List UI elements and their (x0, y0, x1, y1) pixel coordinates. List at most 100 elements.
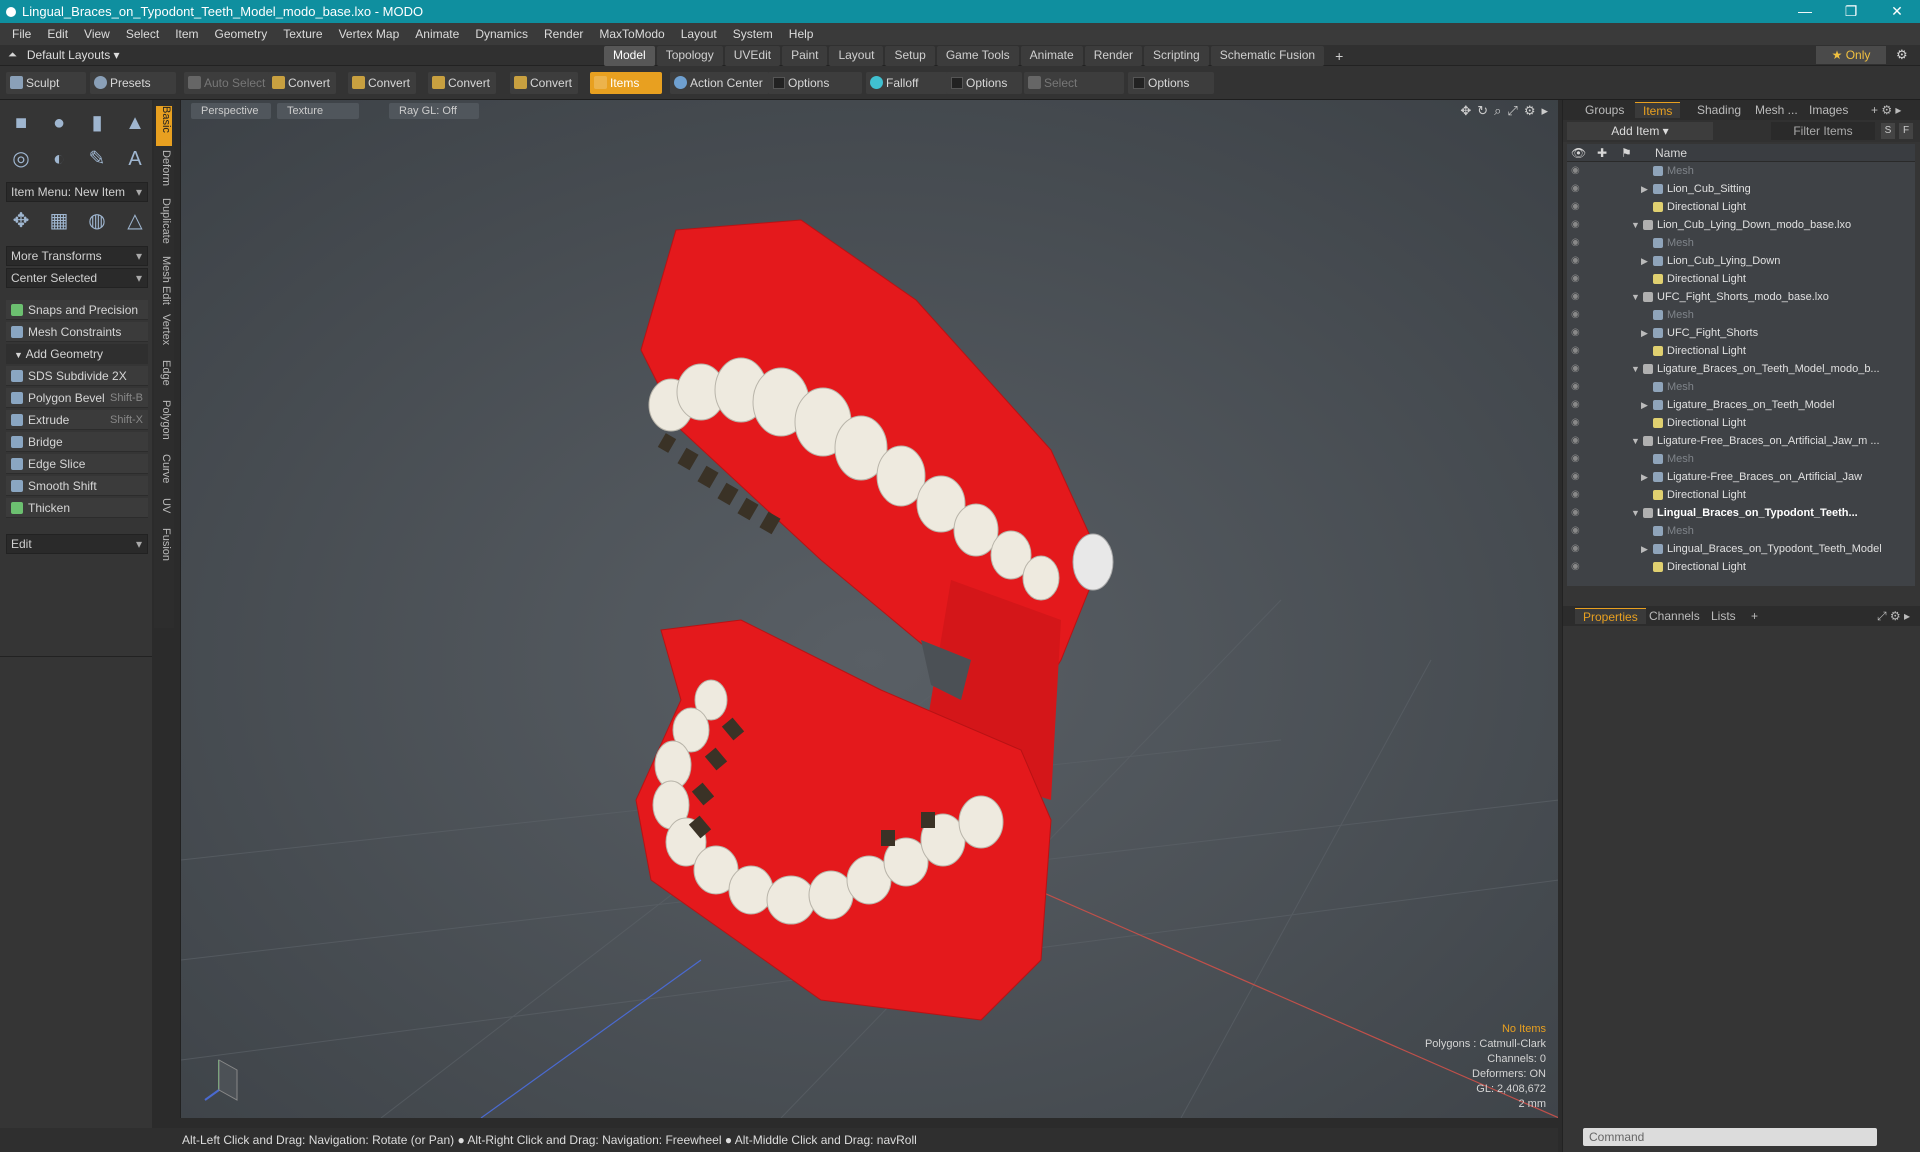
expand-arrow-icon[interactable]: ▶ (1641, 468, 1648, 486)
tree-row[interactable]: ◉ ▶ UFC_Fight_Shorts (1567, 324, 1915, 342)
grid-icon[interactable]: ▦ (44, 206, 74, 236)
visibility-eye-icon[interactable]: ◉ (1571, 450, 1583, 468)
menu-render[interactable]: Render (536, 27, 591, 41)
menu-vertex-map[interactable]: Vertex Map (331, 27, 408, 41)
zoom-icon[interactable]: ⌕ (1494, 103, 1501, 119)
tree-row[interactable]: ◉ ▶ Lion_Cub_Sitting (1567, 180, 1915, 198)
add-properties-tab-icon[interactable]: + (1743, 608, 1766, 624)
convert-items-button[interactable]: Convert (510, 72, 579, 94)
options-checkbox[interactable] (1133, 77, 1145, 89)
text-icon[interactable]: A (120, 144, 150, 174)
expand-arrow-icon[interactable]: ▶ (1641, 252, 1648, 270)
visibility-eye-icon[interactable]: ◉ (1571, 378, 1583, 396)
items-mode-button[interactable]: Items (590, 72, 662, 94)
tab-basic[interactable]: Basic (156, 106, 172, 146)
tab-layout[interactable]: Layout (829, 46, 884, 66)
tree-row[interactable]: ◉ Directional Light (1567, 486, 1915, 504)
tab-deform[interactable]: Deform (156, 150, 172, 194)
sculpt-button[interactable]: Sculpt (6, 72, 86, 94)
tab-render[interactable]: Render (1084, 46, 1143, 66)
raygl-button[interactable]: Ray GL: Off (389, 103, 479, 119)
tree-row[interactable]: ◉ ▶ Lion_Cub_Lying_Down (1567, 252, 1915, 270)
menu-dynamics[interactable]: Dynamics (467, 27, 536, 41)
tab-properties[interactable]: Properties (1575, 608, 1646, 624)
menu-select[interactable]: Select (118, 27, 167, 41)
tab-curve[interactable]: Curve (156, 454, 172, 490)
tab-channels[interactable]: Channels (1641, 608, 1708, 624)
close-button[interactable]: ✕ (1874, 3, 1920, 20)
tab-duplicate[interactable]: Duplicate (156, 198, 172, 250)
tab-animate[interactable]: Animate (1020, 46, 1083, 66)
convert-polygons-button[interactable]: Convert (428, 72, 497, 94)
pan-icon[interactable]: ✥ (1460, 103, 1471, 119)
tool-edge-slice[interactable]: Edge Slice (6, 454, 148, 474)
visibility-eye-icon[interactable]: ◉ (1571, 252, 1583, 270)
add-tab-button[interactable]: + (1326, 46, 1352, 66)
more-transforms-dropdown[interactable]: More Transforms (6, 246, 148, 266)
auto-select-button[interactable]: Auto Select (184, 72, 272, 94)
menu-view[interactable]: View (76, 27, 118, 41)
visibility-eye-icon[interactable]: ◉ (1571, 558, 1583, 576)
torus-icon[interactable]: ◎ (6, 144, 36, 174)
menu-help[interactable]: Help (781, 27, 822, 41)
collapse-arrow-icon[interactable]: ▼ (1631, 504, 1640, 522)
center-selected-dropdown[interactable]: Center Selected (6, 268, 148, 288)
menu-geometry[interactable]: Geometry (207, 27, 276, 41)
command-input[interactable]: Command (1583, 1128, 1877, 1146)
tab-schematic-fusion[interactable]: Schematic Fusion (1210, 46, 1325, 66)
tree-row[interactable]: ◉ ▼ Ligature_Braces_on_Teeth_Model_modo_b.… (1567, 360, 1915, 378)
visibility-eye-icon[interactable]: ◉ (1571, 216, 1583, 234)
shading-mode-button[interactable]: Texture (277, 103, 359, 119)
options-checkbox[interactable] (951, 77, 963, 89)
tool-bridge[interactable]: Bridge (6, 432, 148, 452)
expand-arrow-icon[interactable]: ▶ (1641, 540, 1648, 558)
tree-row[interactable]: ◉ ▼ Lingual_Braces_on_Typodont_Teeth... (1567, 504, 1915, 522)
tab-uv[interactable]: UV (156, 498, 172, 520)
tab-vertex[interactable]: Vertex (156, 314, 172, 354)
visibility-eye-icon[interactable]: ◉ (1571, 414, 1583, 432)
name-column-header[interactable]: Name (1655, 146, 1687, 160)
cylinder-icon[interactable]: ▮ (82, 108, 112, 138)
visibility-eye-icon[interactable]: ◉ (1571, 396, 1583, 414)
tree-row[interactable]: ◉ Mesh (1567, 162, 1915, 180)
visibility-eye-icon[interactable]: ◉ (1571, 180, 1583, 198)
visibility-eye-icon[interactable]: ◉ (1571, 432, 1583, 450)
tab-lists[interactable]: Lists (1703, 608, 1744, 624)
mesh-constraints-button[interactable]: Mesh Constraints (6, 322, 148, 342)
expand-arrow-icon[interactable]: ▶ (1641, 180, 1648, 198)
menu-file[interactable]: File (4, 27, 39, 41)
maximize-button[interactable]: ❐ (1828, 3, 1874, 20)
capsule-icon[interactable]: ◐ (44, 144, 74, 174)
tree-row[interactable]: ◉ Directional Light (1567, 414, 1915, 432)
sphere-icon[interactable]: ● (44, 108, 74, 138)
visibility-eye-icon[interactable]: ◉ (1571, 360, 1583, 378)
tab-uvedit[interactable]: UVEdit (724, 46, 781, 66)
tree-row[interactable]: ◉ Directional Light (1567, 558, 1915, 576)
tab-model[interactable]: Model (604, 46, 655, 66)
tab-topology[interactable]: Topology (656, 46, 723, 66)
tab-setup[interactable]: Setup (885, 46, 935, 66)
pen-icon[interactable]: ✎ (82, 144, 112, 174)
falloff-button[interactable]: Falloff (866, 72, 948, 94)
tab-shading[interactable]: Shading (1689, 102, 1749, 118)
options-button-3[interactable]: Options (1128, 72, 1214, 94)
tab-fusion[interactable]: Fusion (156, 528, 172, 568)
viewport-scene[interactable] (181, 100, 1558, 1118)
visibility-eye-icon[interactable]: ◉ (1571, 234, 1583, 252)
tree-row[interactable]: ◉ Directional Light (1567, 270, 1915, 288)
tree-row[interactable]: ◉ ▶ Lingual_Braces_on_Typodont_Teeth_Model (1567, 540, 1915, 558)
tree-row[interactable]: ◉ Mesh (1567, 234, 1915, 252)
select-through-button[interactable]: Select Through (1024, 72, 1124, 112)
collapse-arrow-icon[interactable]: ▼ (1631, 216, 1640, 234)
render-column-icon[interactable]: ⚑ (1621, 146, 1632, 160)
item-menu-dropdown[interactable]: Item Menu: New Item (6, 182, 148, 202)
item-tree[interactable]: 👁 ✚ ⚑ Name ◉ Mesh ◉ ▶ Lion_Cub_Sitting ◉ Direc… (1567, 144, 1915, 586)
s-button[interactable]: S (1881, 123, 1895, 139)
options-button-1[interactable]: Options (768, 72, 862, 94)
visibility-eye-icon[interactable]: ◉ (1571, 324, 1583, 342)
edit-dropdown[interactable]: Edit (6, 534, 148, 554)
view-type-button[interactable]: Perspective (191, 103, 271, 119)
tree-row[interactable]: ◉ Mesh (1567, 522, 1915, 540)
3d-viewport[interactable]: Perspective Texture Ray GL: Off ✥ ↻ ⌕ ⤢ … (180, 100, 1558, 1118)
visibility-eye-icon[interactable]: ◉ (1571, 504, 1583, 522)
